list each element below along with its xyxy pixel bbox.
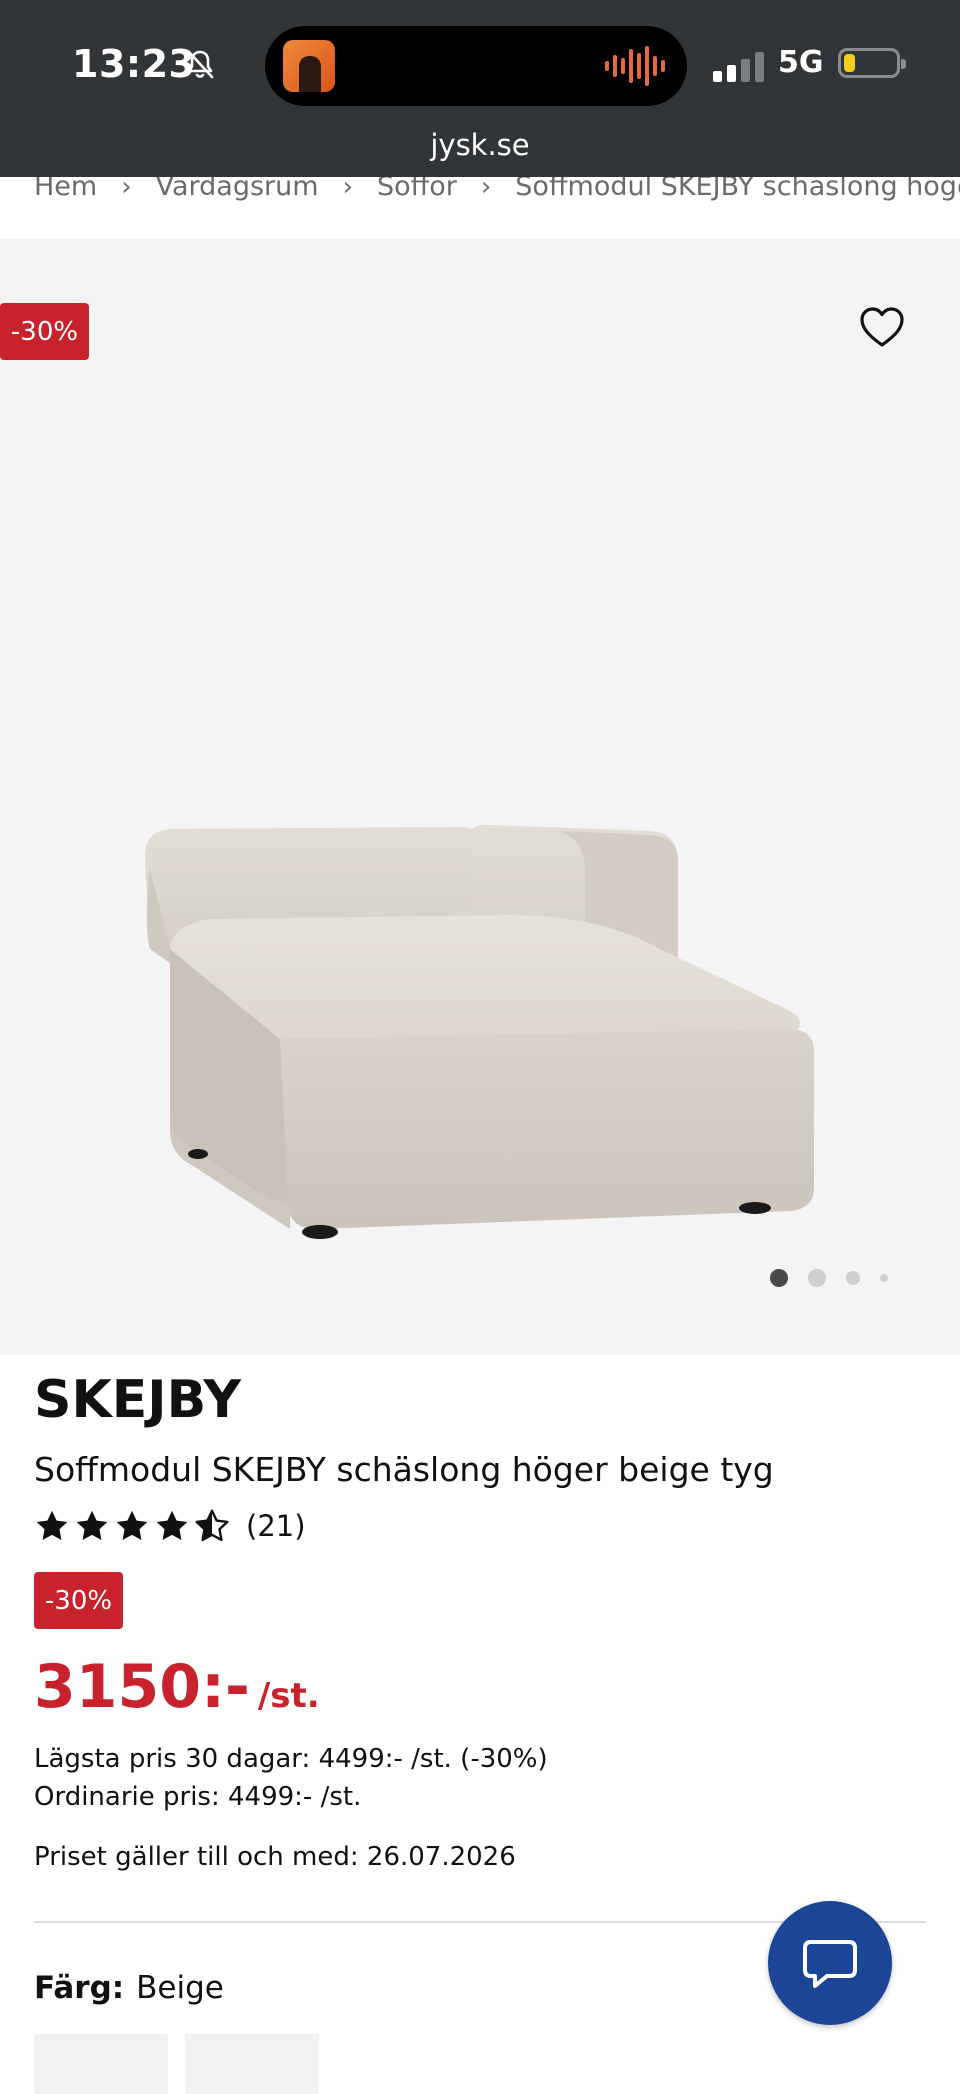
gallery-dot[interactable]	[846, 1271, 860, 1285]
address-bar-url[interactable]: jysk.se	[0, 128, 960, 162]
discount-badge: -30%	[34, 1572, 123, 1629]
battery-icon	[838, 48, 906, 78]
chevron-right-icon: ›	[480, 177, 492, 202]
price-valid-until: Priset gäller till och med: 26.07.2026	[34, 1842, 516, 1872]
dynamic-island[interactable]	[265, 26, 687, 106]
gallery-pagination[interactable]	[770, 1269, 908, 1287]
chevron-right-icon: ›	[121, 177, 132, 202]
product-title: Soffmodul SKEJBY schäslong höger beige t…	[34, 1450, 774, 1489]
lowest-price-30-days: Lägsta pris 30 dagar: 4499:- /st. (-30%)	[34, 1744, 548, 1774]
product-brand: SKEJBY	[34, 1370, 242, 1430]
chat-button[interactable]	[768, 1901, 892, 2025]
discount-badge: -30%	[0, 303, 89, 360]
star-filled-icon	[116, 1510, 148, 1540]
price-unit: /st.	[257, 1676, 320, 1716]
product-rating[interactable]: (21)	[34, 1508, 306, 1544]
gallery-dot[interactable]	[808, 1269, 826, 1287]
star-filled-icon	[156, 1510, 188, 1540]
network-type: 5G	[778, 45, 824, 80]
breadcrumb-item-soffor[interactable]: Soffor	[377, 177, 457, 202]
regular-price: Ordinarie pris: 4499:- /st.	[34, 1782, 362, 1812]
chevron-right-icon: ›	[342, 177, 353, 202]
color-swatch-beige[interactable]	[34, 2034, 168, 2094]
status-time: 13:23	[72, 42, 196, 86]
star-filled-icon	[36, 1510, 68, 1540]
heart-icon[interactable]	[858, 305, 906, 349]
price-value: 3150:-	[34, 1652, 250, 1722]
audio-waveform-icon	[605, 46, 665, 86]
cellular-signal-icon	[713, 52, 764, 82]
breadcrumb-item-vardagsrum[interactable]: Vardagsrum	[156, 177, 319, 202]
bell-muted-icon	[187, 50, 214, 79]
gallery-dot[interactable]	[880, 1274, 888, 1282]
color-label: Färg:	[34, 1970, 125, 2006]
breadcrumb-item-current: Soffmodul SKEJBY schäslong höger be	[515, 177, 960, 202]
review-count[interactable]: (21)	[246, 1509, 306, 1543]
breadcrumb: Hem › Vardagsrum › Soffor › Soffmodul SK…	[0, 177, 960, 239]
color-selector-label: Färg: Beige	[34, 1970, 224, 2006]
color-value: Beige	[136, 1970, 224, 2006]
product-price: 3150:-/st.	[34, 1652, 320, 1722]
breadcrumb-item-home[interactable]: Hem	[34, 177, 97, 202]
chat-bubble-icon	[803, 1940, 857, 1988]
status-bar: 13:23 5G jysk.se	[0, 0, 960, 177]
gallery-dot-active[interactable]	[770, 1269, 788, 1287]
star-filled-icon	[76, 1510, 108, 1540]
star-half-icon	[195, 1509, 229, 1542]
product-image-gallery[interactable]: -30%	[0, 239, 960, 1355]
now-playing-artwork	[283, 40, 335, 92]
product-image	[144, 824, 814, 1239]
color-swatch[interactable]	[185, 2034, 319, 2094]
